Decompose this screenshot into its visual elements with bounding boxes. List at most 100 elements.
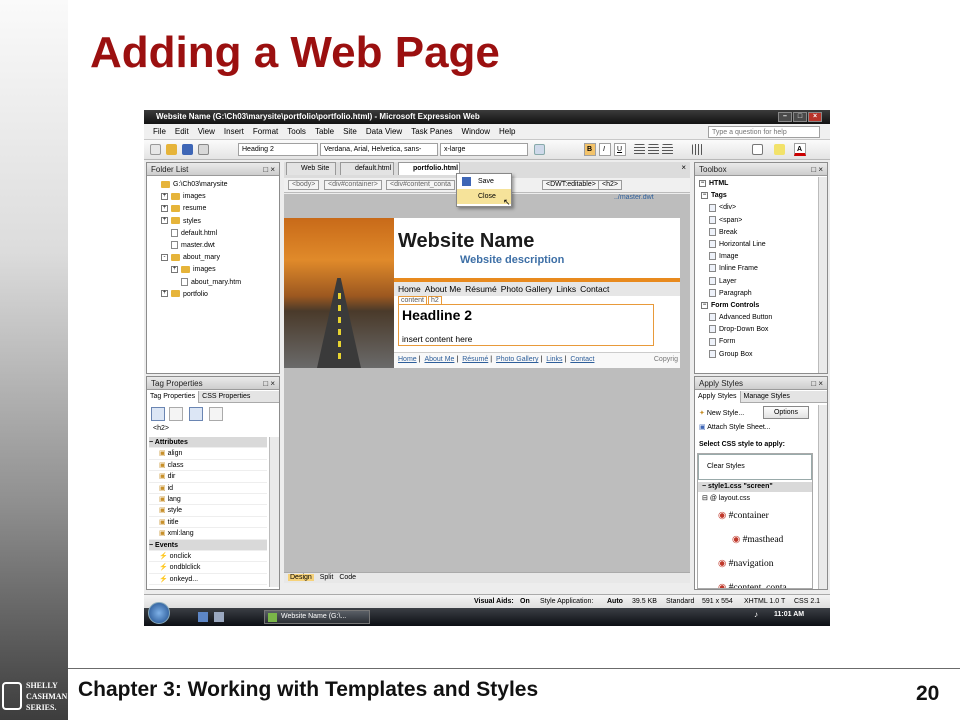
toolbox-item[interactable]: Paragraph — [699, 288, 817, 300]
breadcrumb-tag[interactable]: <DWT:editable> — [542, 180, 600, 190]
breadcrumb-tag[interactable]: <div#container> — [324, 180, 382, 190]
undo-icon[interactable] — [534, 144, 545, 155]
menu-view[interactable]: View — [198, 127, 215, 136]
clear-styles-item[interactable]: Clear Styles — [698, 454, 812, 480]
site-nav-link[interactable]: Home — [398, 284, 421, 294]
footer-link[interactable]: Résumé — [462, 356, 488, 363]
open-folder-icon[interactable] — [166, 144, 177, 155]
menu-tools[interactable]: Tools — [287, 127, 306, 136]
bold-button[interactable]: B — [584, 143, 596, 156]
property-row[interactable]: ▣ id — [149, 483, 267, 494]
start-button-icon[interactable] — [148, 602, 170, 624]
menu-format[interactable]: Format — [253, 127, 278, 136]
toolbox-item[interactable]: Form — [699, 336, 817, 348]
doctype[interactable]: XHTML 1.0 T — [744, 595, 785, 608]
toolbox-category[interactable]: − Form Controls — [699, 300, 817, 312]
import-layout-css[interactable]: ⊟ @ layout.css — [702, 494, 750, 502]
italic-button[interactable]: I — [599, 143, 611, 156]
close-window-button[interactable]: × — [808, 112, 822, 122]
folder-tree-item[interactable]: default.html — [151, 228, 277, 240]
font-color-button[interactable]: A — [794, 143, 806, 156]
align-right-icon[interactable] — [662, 144, 673, 155]
new-page-icon[interactable] — [150, 144, 161, 155]
property-category[interactable]: − Events — [149, 539, 267, 551]
options-button[interactable]: Options — [763, 406, 809, 419]
attach-style-sheet-link[interactable]: ▣ Attach Style Sheet... — [699, 423, 771, 431]
menu-data-view[interactable]: Data View — [366, 127, 402, 136]
master-page-link[interactable]: ../master.dwt — [614, 194, 654, 201]
borders-icon[interactable] — [752, 144, 763, 155]
highlight-icon[interactable] — [774, 144, 785, 155]
site-nav-link[interactable]: About Me — [425, 284, 461, 294]
tab-default-html[interactable]: default.html — [340, 162, 394, 175]
property-row[interactable]: ▣ dir — [149, 471, 267, 483]
save-icon[interactable] — [182, 144, 193, 155]
expand-icon[interactable]: - — [161, 253, 168, 261]
panel-close-icon[interactable]: □ × — [811, 163, 823, 176]
style-application-value[interactable]: Auto — [607, 595, 623, 608]
site-nav-link[interactable]: Contact — [580, 284, 609, 294]
menu-window[interactable]: Window — [462, 127, 490, 136]
css-selector-item[interactable]: ◉ #content_conta — [718, 582, 787, 588]
context-menu-save[interactable]: Save — [457, 174, 511, 189]
tab-tag-properties[interactable]: Tag Properties — [147, 391, 200, 403]
toolbox-item[interactable]: Group Box — [699, 349, 817, 361]
menu-edit[interactable]: Edit — [175, 127, 189, 136]
minimize-button[interactable]: – — [778, 112, 792, 122]
toolbox-category[interactable]: − HTML — [699, 178, 817, 190]
numbered-list-icon[interactable] — [692, 144, 703, 155]
property-row[interactable]: ▣ align — [149, 448, 267, 460]
expand-icon[interactable]: + — [161, 205, 168, 213]
css-selector-item[interactable]: ◉ #container — [718, 510, 769, 521]
split-view-tab[interactable]: Split — [320, 574, 334, 581]
toolbox-item[interactable]: Layer — [699, 276, 817, 288]
taskbar-app-button[interactable]: Website Name (G:\... — [264, 610, 370, 624]
footer-link[interactable]: Home — [398, 356, 417, 363]
switch-windows-icon[interactable] — [214, 612, 224, 622]
folder-tree-item[interactable]: + images — [151, 264, 277, 276]
tab-apply-styles[interactable]: Apply Styles — [695, 391, 741, 403]
preview-icon[interactable] — [198, 144, 209, 155]
toolbox-item[interactable]: <div> — [699, 202, 817, 214]
property-row[interactable]: ▣ class — [149, 460, 267, 472]
help-search-input[interactable]: Type a question for help — [708, 126, 820, 138]
code-view-tab[interactable]: Code — [339, 574, 356, 581]
folder-tree-item[interactable]: master.dwt — [151, 240, 277, 252]
font-size-dropdown[interactable]: x-large — [440, 143, 528, 156]
css-selector-item[interactable]: ◉ #navigation — [718, 558, 774, 569]
close-document-icon[interactable]: × — [681, 163, 686, 172]
style-dropdown[interactable]: Heading 2 — [238, 143, 318, 156]
property-row[interactable]: ▣ xml:lang — [149, 528, 267, 540]
property-row[interactable]: ▣ title — [149, 517, 267, 529]
align-center-icon[interactable] — [648, 144, 659, 155]
footer-link[interactable]: About Me — [424, 356, 454, 363]
property-row[interactable]: ▣ lang — [149, 494, 267, 506]
close-panel-icon[interactable]: □ × — [263, 163, 275, 176]
folder-tree-item[interactable]: G:\Ch03\marysite — [151, 179, 277, 191]
property-row[interactable]: ▣ style — [149, 505, 267, 517]
property-row[interactable]: ⚡ onclick — [149, 551, 267, 563]
menu-site[interactable]: Site — [343, 127, 357, 136]
folder-tree-item[interactable]: + resume — [151, 203, 277, 215]
menu-insert[interactable]: Insert — [224, 127, 244, 136]
folder-tree-item[interactable]: + styles — [151, 216, 277, 228]
toolbox-item[interactable]: Advanced Button — [699, 312, 817, 324]
menu-file[interactable]: File — [153, 127, 166, 136]
footer-link[interactable]: Links — [546, 356, 562, 363]
categorized-view-icon[interactable] — [151, 407, 165, 421]
css-version[interactable]: CSS 2.1 — [794, 595, 820, 608]
context-menu-close[interactable]: Close ↖ — [457, 189, 511, 207]
menu-table[interactable]: Table — [315, 127, 334, 136]
style-sheet-group[interactable]: − style1.css "screen" — [698, 482, 812, 492]
toolbox-category[interactable]: − Tags — [699, 190, 817, 202]
underline-button[interactable]: U — [614, 143, 626, 156]
toolbox-item[interactable]: Drop-Down Box — [699, 324, 817, 336]
font-dropdown[interactable]: Verdana, Arial, Helvetica, sans- — [320, 143, 438, 156]
folder-tree-item[interactable]: + portfolio — [151, 289, 277, 301]
menu-task-panes[interactable]: Task Panes — [411, 127, 452, 136]
tab-css-properties[interactable]: CSS Properties — [199, 393, 253, 400]
breadcrumb-tag[interactable]: <h2> — [598, 180, 622, 190]
toolbox-item[interactable]: Break — [699, 227, 817, 239]
folder-tree-item[interactable]: + images — [151, 191, 277, 203]
expand-icon[interactable]: + — [161, 217, 168, 225]
